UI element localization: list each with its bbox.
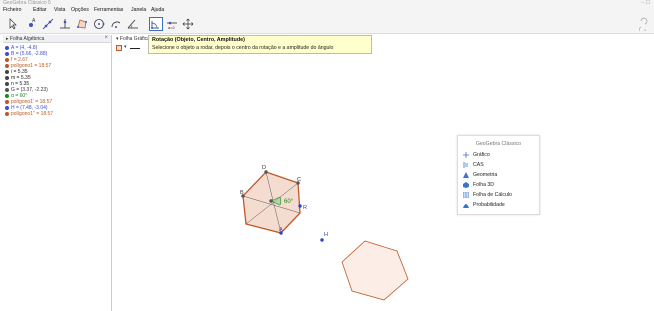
tooltip-title: Rotação (Objeto, Centro, Amplitude) — [152, 37, 245, 43]
visibility-dot-icon[interactable] — [5, 112, 9, 116]
menu-opcoes[interactable]: Opções — [71, 7, 89, 13]
algebra-row-text: polígono1'' = 18.57 — [11, 111, 54, 117]
perspective-folha-3d[interactable]: Folha 3D — [463, 181, 494, 189]
geometry-icon — [463, 172, 469, 178]
visibility-dot-icon[interactable] — [5, 58, 9, 62]
angle-tool[interactable] — [126, 17, 140, 31]
toolbar: A a=2 — [0, 14, 654, 34]
visibility-dot-icon[interactable] — [5, 76, 9, 80]
label-d: D — [262, 165, 266, 171]
angle-icon — [127, 19, 138, 29]
menu-bar: Ficheiro Editar Vista Opções Ferramentas… — [0, 7, 654, 14]
drawing-canvas[interactable]: 60° D C B R A H — [113, 35, 654, 311]
perspectives-title: GeoGebra Clássico — [475, 141, 522, 147]
cas-icon — [463, 162, 469, 168]
circle-icon — [94, 19, 105, 29]
point-center-g[interactable] — [269, 199, 273, 203]
3d-icon — [463, 182, 469, 188]
menu-vista[interactable]: Vista — [54, 7, 65, 13]
rotation-icon — [151, 21, 159, 29]
menu-ajuda[interactable]: Ajuda — [151, 7, 164, 13]
arc-icon — [111, 21, 121, 28]
algebra-row[interactable]: polígono1'' = 18.57 — [5, 111, 111, 117]
menu-ferramentas[interactable]: Ferramentas — [94, 7, 123, 13]
menu-janela[interactable]: Janela — [131, 7, 146, 13]
move-graphics-tool[interactable] — [181, 17, 195, 31]
visibility-dot-icon[interactable] — [5, 82, 9, 86]
polygon-icon — [77, 19, 87, 29]
label-b: B — [240, 190, 244, 196]
menu-editar[interactable]: Editar — [33, 7, 47, 13]
spreadsheet-icon — [463, 192, 469, 198]
perspective-grafico[interactable]: Gráfico — [463, 151, 490, 159]
visibility-dot-icon[interactable] — [5, 94, 9, 98]
close-icon[interactable]: × — [104, 35, 108, 41]
perspective-geometria[interactable]: Geometria — [463, 171, 497, 179]
label-r: R — [303, 205, 307, 211]
window-controls[interactable]: – ☐ — [641, 0, 650, 6]
visibility-dot-icon[interactable] — [5, 64, 9, 68]
slider-icon: a=2 — [167, 21, 177, 30]
tooltip-description: Selecione o objeto a rodar, depois o cen… — [152, 45, 334, 51]
point-tool[interactable]: A — [24, 17, 38, 31]
visibility-dot-icon[interactable] — [5, 100, 9, 104]
graph-icon — [463, 152, 469, 158]
menu-ficheiro[interactable]: Ficheiro — [3, 7, 21, 13]
rotation-tooltip: Rotação (Objeto, Centro, Amplitude) Sele… — [148, 35, 372, 54]
visibility-dot-icon[interactable] — [5, 52, 9, 56]
algebra-view: ▸ Folha Algébrica × A = (4, -4.8) B = (5.… — [3, 35, 112, 311]
color-swatch[interactable] — [116, 45, 122, 51]
perpendicular-line-icon — [60, 19, 70, 29]
chevron-down-icon[interactable]: ▾ — [124, 44, 127, 50]
perpendicular-tool[interactable] — [58, 17, 72, 31]
label-c: C — [297, 177, 301, 183]
svg-text:A: A — [32, 18, 36, 24]
circle-tool[interactable] — [92, 17, 106, 31]
perspective-probabilidade[interactable]: Probabilidade — [463, 201, 505, 209]
line-icon — [42, 18, 54, 30]
visibility-dot-icon[interactable] — [5, 106, 9, 110]
probability-icon — [463, 202, 469, 208]
undo-icon — [638, 17, 648, 34]
svg-text:a=2: a=2 — [168, 25, 176, 30]
line-tool[interactable] — [41, 17, 55, 31]
algebra-header: ▸ Folha Algébrica × — [3, 35, 111, 43]
polygon1-rotated-hexagon[interactable] — [341, 240, 409, 301]
cursor-arrow-icon — [9, 18, 17, 30]
angle-label: 60° — [284, 199, 294, 205]
visibility-dot-icon[interactable] — [5, 88, 9, 92]
rotate-tool[interactable] — [149, 17, 163, 31]
label-a: A — [279, 227, 283, 233]
slider-tool[interactable]: a=2 — [165, 17, 179, 31]
move-tool[interactable] — [6, 17, 20, 31]
point-icon: A — [29, 18, 36, 27]
algebra-title[interactable]: ▸ Folha Algébrica — [6, 36, 44, 42]
graphics-view[interactable]: 60° D C B R A H ▾ Folha Gráfica 2 ▾ GeoG… — [113, 35, 654, 311]
perspective-folha-calculo[interactable]: Folha de Cálculo — [463, 191, 512, 199]
point-r[interactable] — [298, 204, 302, 208]
label-h: H — [324, 232, 328, 238]
line-style-icon[interactable] — [130, 48, 140, 49]
algebra-list: A = (4, -4.8) B = (5.66, -2.88) f = 2.67 po… — [3, 43, 111, 117]
title-bar: GeoGebra Clássico 5 – ☐ — [0, 0, 654, 7]
undo-redo-group[interactable] — [638, 17, 648, 34]
polygon-tool[interactable] — [75, 17, 89, 31]
perspective-cas[interactable]: CAS — [463, 161, 484, 169]
visibility-dot-icon[interactable] — [5, 46, 9, 50]
point-h[interactable] — [320, 238, 324, 242]
visibility-dot-icon[interactable] — [5, 70, 9, 74]
arc-tool[interactable] — [109, 17, 123, 31]
window-title: GeoGebra Clássico 5 — [3, 0, 51, 6]
move-graphics-icon — [182, 18, 194, 30]
perspectives-panel: GeoGebra Clássico Gráfico CAS Geometria … — [457, 135, 540, 215]
